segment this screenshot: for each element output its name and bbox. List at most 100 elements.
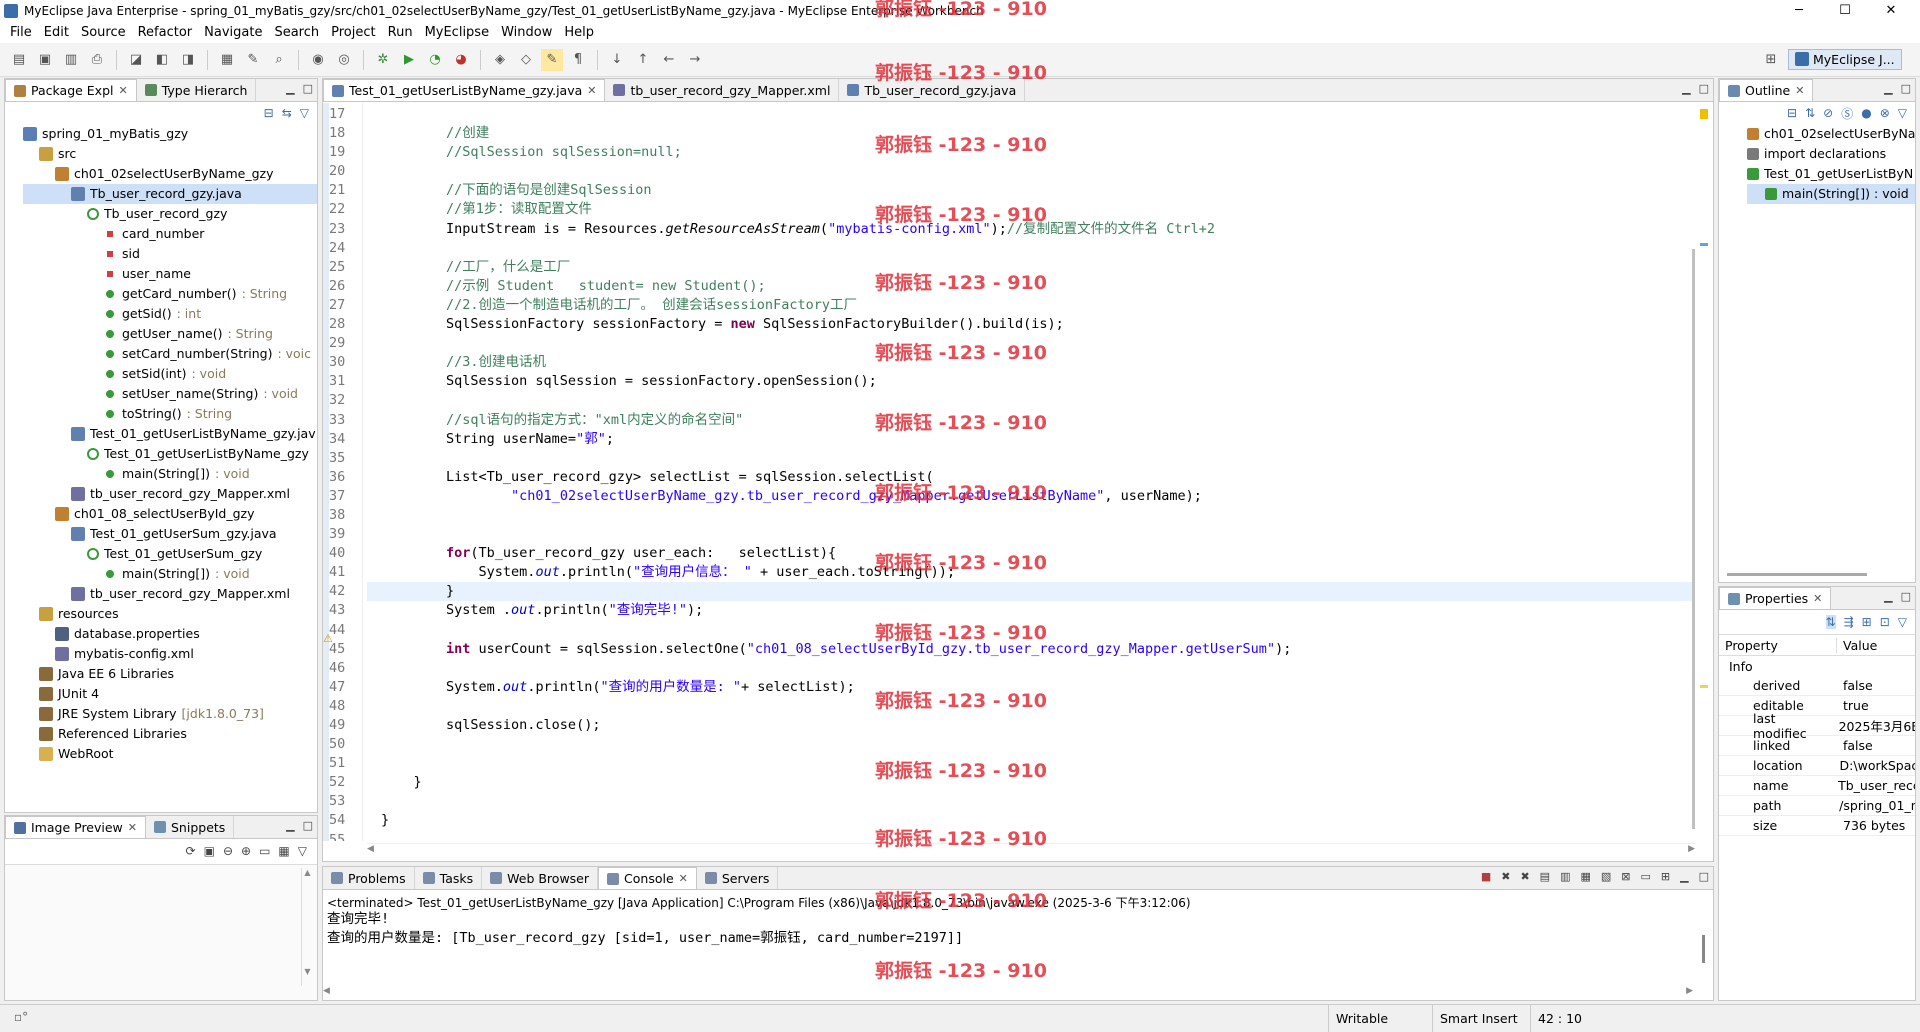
tree-item[interactable]: Test_01_getUserListByName_gzy.jav <box>23 424 317 444</box>
code-line[interactable]: 38 <box>323 506 1693 525</box>
menu-refactor[interactable]: Refactor <box>132 25 199 40</box>
show-whitespace-icon[interactable]: ¶ <box>567 49 589 71</box>
tree-item[interactable]: Test_01_getUserListByName_gzy <box>23 444 317 464</box>
code-editor[interactable]: 17 18 //创建 19 //SqlSession sqlSession=null… <box>323 105 1693 841</box>
sort-icon[interactable]: ⇅ <box>1805 106 1815 120</box>
close-icon[interactable]: ✕ <box>679 872 688 885</box>
property-row[interactable]: location D:\workSpac <box>1719 756 1915 776</box>
menu-window[interactable]: Window <box>495 25 558 40</box>
vertical-scrollbar[interactable] <box>1702 935 1705 963</box>
actual-size-icon[interactable]: ▭ <box>259 844 270 858</box>
tab-tb-user-record[interactable]: Tb_user_record_gzy.java <box>839 79 1026 101</box>
horizontal-scrollbar[interactable] <box>1727 573 1867 576</box>
tree-item[interactable]: resources <box>23 604 317 624</box>
menu-navigate[interactable]: Navigate <box>198 25 268 40</box>
code-line[interactable]: 52 } <box>323 773 1693 792</box>
tree-item[interactable]: Test_01_getUserSum_gzy.java <box>23 524 317 544</box>
tree-item[interactable]: ch01_08_selectUserById_gzy <box>23 504 317 524</box>
build-icon[interactable]: ◧ <box>151 49 173 71</box>
next-annotation-icon[interactable]: ↓ <box>606 49 628 71</box>
console-output[interactable]: 查询完毕! 查询的用户数量是: [Tb_user_record_gzy [sid=… <box>323 910 1713 948</box>
minimize-view-icon[interactable]: ▁ <box>286 819 294 832</box>
property-row[interactable]: name Tb_user_recc <box>1719 776 1915 796</box>
close-icon[interactable]: ✕ <box>1795 84 1804 97</box>
minimize-view-icon[interactable]: ▁ <box>286 82 294 95</box>
code-line[interactable]: 53 <box>323 792 1693 811</box>
tree-item[interactable]: tb_user_record_gzy_Mapper.xml <box>23 584 317 604</box>
code-line[interactable]: 33 //sql语句的指定方式："xml内定义的命名空间" <box>323 411 1693 430</box>
tab-outline[interactable]: Outline ✕ <box>1719 79 1814 101</box>
code-line[interactable]: 51 <box>323 754 1693 773</box>
code-line[interactable]: 50 <box>323 735 1693 754</box>
save-all-icon[interactable]: ▥ <box>60 49 82 71</box>
tree-item[interactable]: Java EE 6 Libraries <box>23 664 317 684</box>
minimize-view-icon[interactable]: ▁ <box>1884 590 1892 603</box>
close-icon[interactable]: ✕ <box>119 84 128 97</box>
code-line[interactable]: 29 <box>323 334 1693 353</box>
maximize-button[interactable]: ☐ <box>1822 0 1868 21</box>
code-line[interactable]: 37 "ch01_02selectUserByName_gzy.tb_user_… <box>323 487 1693 506</box>
run-config-icon[interactable]: ◔ <box>424 49 446 71</box>
tree-item[interactable]: card_number <box>23 224 317 244</box>
view-menu-icon[interactable]: ▽ <box>1898 615 1907 629</box>
show-stderr-icon[interactable]: ▧ <box>1601 870 1611 883</box>
tree-item[interactable]: Test_01_getUserSum_gzy <box>23 544 317 564</box>
link-editor-icon[interactable]: ⇆ <box>282 106 292 120</box>
code-line[interactable]: 17 <box>323 105 1693 124</box>
code-line[interactable]: 35 <box>323 449 1693 468</box>
advanced-icon[interactable]: ⇶ <box>1844 615 1854 629</box>
show-stdout-icon[interactable]: ▦ <box>1580 870 1590 883</box>
warning-icon[interactable]: ⚠ <box>323 632 333 645</box>
tree-item[interactable]: setSid(int) : void <box>23 364 317 384</box>
zoom-in-icon[interactable]: ⊕ <box>241 844 251 858</box>
property-row[interactable]: linked false <box>1719 736 1915 756</box>
deploy-icon[interactable]: ◨ <box>177 49 199 71</box>
tree-item[interactable]: getSid() : int <box>23 304 317 324</box>
search-icon[interactable]: ⌕ <box>268 49 290 71</box>
occurrence-marker[interactable] <box>1700 243 1708 246</box>
restore-default-icon[interactable]: ⊞ <box>1862 615 1872 629</box>
remove-launch-icon[interactable]: ✖ <box>1501 870 1510 883</box>
collapse-all-icon[interactable]: ⊟ <box>264 106 274 120</box>
new-icon[interactable]: ▤ <box>8 49 30 71</box>
menu-search[interactable]: Search <box>268 25 325 40</box>
tab-console[interactable]: Console ✕ <box>598 867 697 889</box>
prev-annotation-icon[interactable]: ↑ <box>632 49 654 71</box>
code-line[interactable]: 34 String userName="郭"; <box>323 430 1693 449</box>
menu-project[interactable]: Project <box>325 25 381 40</box>
code-line[interactable]: 23 InputStream is = Resources.getResourc… <box>323 220 1693 239</box>
tree-item[interactable]: src <box>23 144 317 164</box>
fit-icon[interactable]: ▣ <box>204 844 215 858</box>
close-icon[interactable]: ✕ <box>1813 592 1822 605</box>
categories-icon[interactable]: ⇅ <box>1825 615 1836 629</box>
code-line[interactable]: 55 <box>323 831 1693 841</box>
property-column-header[interactable]: Property <box>1719 637 1837 653</box>
code-line[interactable]: 48 <box>323 697 1693 716</box>
code-line[interactable]: 45 int userCount = sqlSession.selectOne(… <box>323 640 1693 659</box>
scroll-lock-icon[interactable]: ▥ <box>1560 870 1570 883</box>
tree-item[interactable]: main(String[]) : void <box>23 464 317 484</box>
code-line[interactable]: 21 //下面的语句是创建SqlSession <box>323 181 1693 200</box>
remove-all-icon[interactable]: ✖ <box>1520 870 1529 883</box>
menu-myeclipse[interactable]: MyEclipse <box>419 25 496 40</box>
code-line[interactable]: 28 SqlSessionFactory sessionFactory = ne… <box>323 315 1693 334</box>
tree-item[interactable]: user_name <box>23 264 317 284</box>
tab-web-browser[interactable]: Web Browser <box>482 867 599 889</box>
tree-item[interactable]: Tb_user_record_gzy.java <box>23 184 317 204</box>
code-line[interactable]: 26 //示例 Student student= new Student(); <box>323 277 1693 296</box>
minimize-view-icon[interactable]: ▁ <box>1682 82 1690 95</box>
tree-item[interactable]: Referenced Libraries <box>23 724 317 744</box>
code-line[interactable]: 42 } <box>323 582 1693 601</box>
fast-view-icon[interactable]: ▫° <box>14 1010 28 1024</box>
refresh-icon[interactable]: ⟳ <box>186 844 196 858</box>
menu-run[interactable]: Run <box>382 25 419 40</box>
code-line[interactable]: 32 <box>323 391 1693 410</box>
code-line[interactable]: 18 //创建 <box>323 124 1693 143</box>
back-icon[interactable]: ← <box>658 49 680 71</box>
occurrence-marker[interactable] <box>1700 685 1708 688</box>
vertical-scrollbar[interactable]: ▲ ▼ <box>301 868 313 986</box>
tab-test-01-getuserlistbyname[interactable]: Test_01_getUserListByName_gzy.java ✕ <box>323 79 606 101</box>
close-button[interactable]: ✕ <box>1868 0 1914 21</box>
external-tools-icon[interactable]: ◕ <box>450 49 472 71</box>
view-menu-icon[interactable]: ▽ <box>298 844 307 858</box>
